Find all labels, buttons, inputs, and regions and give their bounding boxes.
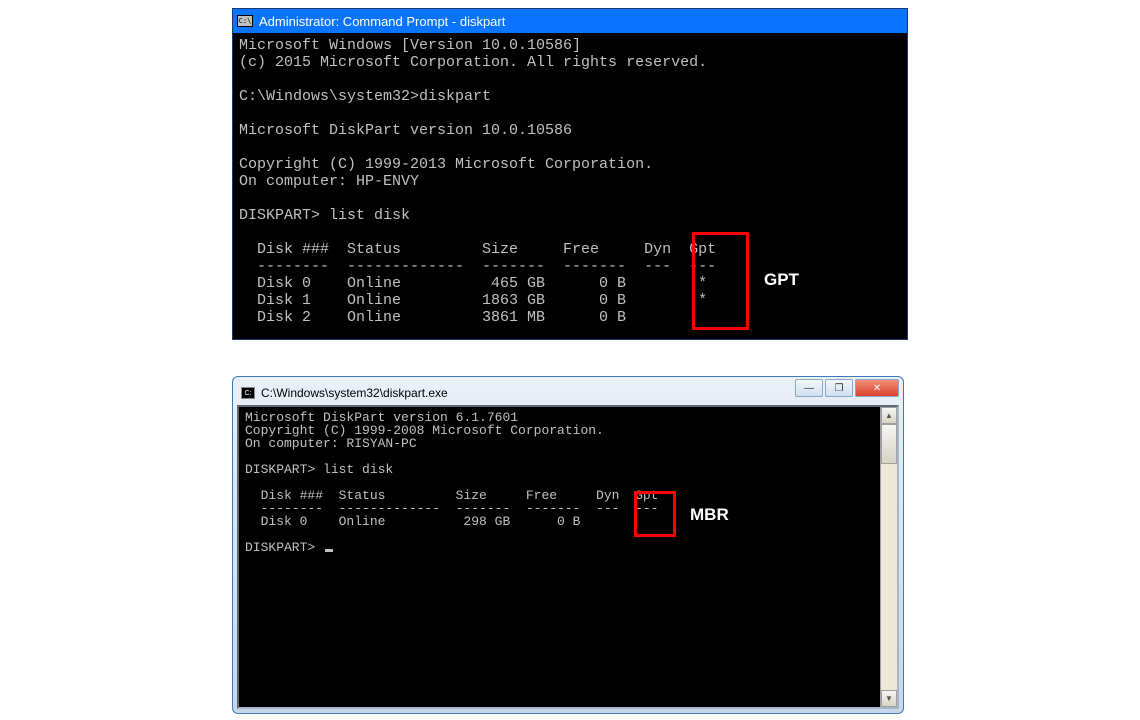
close-button[interactable]: ✕ [855,379,899,397]
window-title: C:\Windows\system32\diskpart.exe [261,386,448,400]
minimize-button[interactable]: — [795,379,823,397]
console-output-win7[interactable]: Microsoft DiskPart version 6.1.7601 Copy… [239,407,897,558]
cmd-icon: C: [241,387,255,399]
line: C:\Windows\system32>diskpart [239,88,491,105]
table-row: Disk 0 Online 465 GB 0 B * [239,275,707,292]
window-controls: — ❐ ✕ [793,379,899,397]
line: Microsoft Windows [Version 10.0.10586] [239,37,581,54]
table-rule: -------- ------------- ------- ------- -… [239,258,716,275]
cmd-window-win7: C: C:\Windows\system32\diskpart.exe — ❐ … [232,376,904,714]
line: On computer: HP-ENVY [239,173,419,190]
line: DISKPART> list disk [239,207,410,224]
highlight-label-gpt: GPT [764,270,799,290]
scroll-thumb[interactable] [881,424,897,464]
line: (c) 2015 Microsoft Corporation. All righ… [239,54,707,71]
highlight-label-mbr: MBR [690,505,729,525]
scroll-down-button[interactable]: ▼ [881,690,897,707]
scroll-track[interactable] [881,464,897,690]
table-row: Disk 0 Online 298 GB 0 B [245,514,580,529]
line: DISKPART> list disk [245,462,393,477]
prompt: DISKPART> [245,540,323,555]
window-title: Administrator: Command Prompt - diskpart [259,14,505,29]
cursor-icon [325,549,333,552]
scrollbar[interactable]: ▲ ▼ [880,407,897,707]
maximize-button[interactable]: ❐ [825,379,853,397]
titlebar-win7[interactable]: C: C:\Windows\system32\diskpart.exe — ❐ … [237,381,899,405]
table-row: Disk 1 Online 1863 GB 0 B * [239,292,707,309]
line: On computer: RISYAN-PC [245,436,417,451]
table-header: Disk ### Status Size Free Dyn Gpt [239,241,716,258]
line: Microsoft DiskPart version 10.0.10586 [239,122,572,139]
cmd-window-win10: C:\ Administrator: Command Prompt - disk… [232,8,908,340]
console-output-win10[interactable]: Microsoft Windows [Version 10.0.10586] (… [233,33,907,330]
console-frame: Microsoft DiskPart version 6.1.7601 Copy… [237,405,899,709]
table-row: Disk 2 Online 3861 MB 0 B [239,309,626,326]
scroll-up-button[interactable]: ▲ [881,407,897,424]
cmd-icon: C:\ [237,15,253,27]
line: Copyright (C) 1999-2013 Microsoft Corpor… [239,156,653,173]
titlebar-win10[interactable]: C:\ Administrator: Command Prompt - disk… [233,9,907,33]
